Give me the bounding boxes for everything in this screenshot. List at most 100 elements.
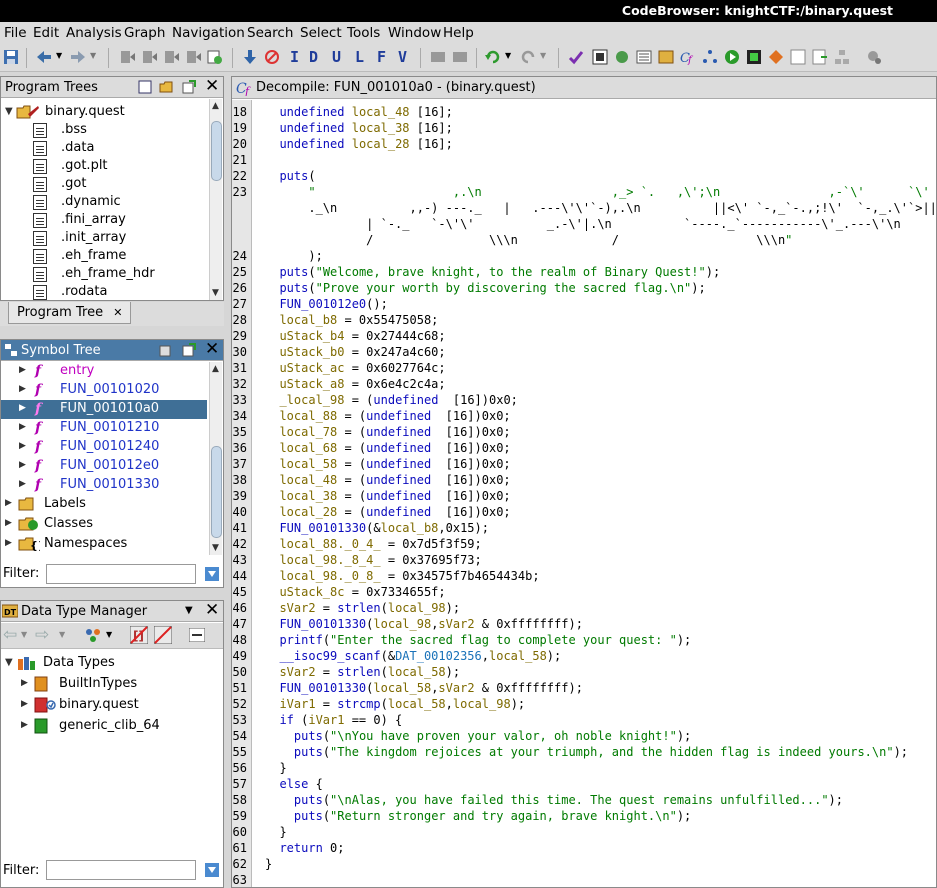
symbol-function-row[interactable]: ▶ f FUN_00101240 <box>1 438 207 457</box>
collapse-all-icon[interactable] <box>189 628 205 642</box>
filter-options-icon[interactable] <box>204 566 220 582</box>
code-line[interactable]: 37 local_58 = (undefined [16])0x0; <box>232 456 936 472</box>
data-letter-icon[interactable]: D <box>309 48 318 66</box>
code-line[interactable]: 55 puts("The kingdom rejoices at your tr… <box>232 744 936 760</box>
expand-icon[interactable]: ▶ <box>19 365 26 375</box>
undefined-letter-icon[interactable]: U <box>332 48 341 66</box>
forward-dropdown-icon[interactable]: ▼ <box>90 51 96 60</box>
code-line[interactable]: 51 FUN_00101330(local_58,sVar2 & 0xfffff… <box>232 680 936 696</box>
checkmark-icon[interactable] <box>568 49 584 65</box>
list-item[interactable]: .bss <box>1 121 206 140</box>
expand-icon[interactable]: ▶ <box>5 518 12 528</box>
back-dropdown-icon[interactable]: ▼ <box>56 51 62 60</box>
list-item[interactable]: .init_array <box>1 229 206 248</box>
code-line[interactable]: ._\n ,,-) ---._ | .---\'\'`-),.\n ||<\' … <box>232 200 936 216</box>
nav-undefined-icon[interactable] <box>164 49 180 65</box>
code-line[interactable]: 23 " ,.\n ,_> `. ,\';\n ,-`\' `\' `\' <box>232 184 936 200</box>
code-line[interactable]: 20 undefined local_28 [16]; <box>232 136 936 152</box>
list-item[interactable]: .eh_frame_hdr <box>1 265 206 284</box>
back-arrow-icon[interactable]: ⇦ <box>3 625 17 645</box>
code-line[interactable]: 25 puts("Welcome, brave knight, to the r… <box>232 264 936 280</box>
forward-arrow-icon[interactable] <box>70 49 86 65</box>
list-item[interactable]: .got.plt <box>1 157 206 176</box>
menu-window[interactable]: Window <box>388 25 441 41</box>
menu-analysis[interactable]: Analysis <box>66 25 122 41</box>
expand-icon[interactable]: ▶ <box>19 479 26 489</box>
undo-dropdown-icon[interactable]: ▼ <box>505 51 511 60</box>
expand-icon[interactable]: ▶ <box>19 460 26 470</box>
split-icon[interactable] <box>430 49 446 65</box>
expand-icon[interactable]: ▶ <box>21 678 28 688</box>
bytes-icon[interactable] <box>592 49 608 65</box>
function-graph-icon[interactable]: Cf <box>680 49 696 65</box>
redo-icon[interactable] <box>520 49 536 65</box>
decompiled-code[interactable]: 18 undefined local_48 [16]; 19 undefined … <box>232 100 936 887</box>
nav-label-icon[interactable] <box>186 49 202 65</box>
open-folder-icon[interactable] <box>159 80 173 94</box>
code-line[interactable]: 38 local_48 = (undefined [16])0x0; <box>232 472 936 488</box>
code-line[interactable]: 58 puts("\nAlas, you have failed this ti… <box>232 792 936 808</box>
menu-tools[interactable]: Tools <box>347 25 380 41</box>
redo-dropdown-icon[interactable]: ▼ <box>540 51 546 60</box>
list-item[interactable]: .dynamic <box>1 193 206 212</box>
label-letter-icon[interactable]: L <box>355 48 364 66</box>
collapse-icon[interactable]: ▼ <box>5 106 13 117</box>
data-types-icon[interactable] <box>658 49 674 65</box>
code-line[interactable]: 62} <box>232 856 936 872</box>
disassemble-letter-icon[interactable]: I <box>290 48 299 66</box>
panel-menu-icon[interactable]: ▼ <box>185 605 193 616</box>
menu-help[interactable]: Help <box>443 25 474 41</box>
list-item[interactable]: .got <box>1 175 206 194</box>
refresh-icon[interactable] <box>614 49 630 65</box>
symbol-group-labels[interactable]: ▶ Labels <box>1 495 207 514</box>
data-type-archive-row[interactable]: ▶ generic_clib_64 <box>1 717 221 736</box>
nav-prev-instruction-icon[interactable] <box>120 49 136 65</box>
archive-icon[interactable] <box>85 628 101 642</box>
code-line[interactable]: 35 local_78 = (undefined [16])0x0; <box>232 424 936 440</box>
code-line[interactable]: 49 __isoc99_scanf(&DAT_00102356,local_58… <box>232 648 936 664</box>
filter-options-icon[interactable] <box>204 862 220 878</box>
variable-letter-icon[interactable]: V <box>398 48 407 66</box>
code-line[interactable]: 56 } <box>232 760 936 776</box>
code-line[interactable]: 34 local_88 = (undefined [16])0x0; <box>232 408 936 424</box>
clear-code-icon[interactable] <box>264 49 280 65</box>
code-line[interactable]: | `-._ `-\'\' _.-\'|.\n `----._`--------… <box>232 216 936 232</box>
data-type-archive-row[interactable]: ▶ BuiltInTypes <box>1 675 221 694</box>
nav-next-data-icon[interactable] <box>142 49 158 65</box>
code-line[interactable]: 26 puts("Prove your worth by discovering… <box>232 280 936 296</box>
scroll-thumb[interactable] <box>211 446 222 538</box>
code-line[interactable]: 50 sVar2 = strlen(local_58); <box>232 664 936 680</box>
code-line[interactable]: 59 puts("Return stronger and try again, … <box>232 808 936 824</box>
code-line[interactable]: 30 uStack_b0 = 0x247a4c60; <box>232 344 936 360</box>
code-line[interactable]: 29 uStack_b4 = 0x27444c68; <box>232 328 936 344</box>
expand-icon[interactable]: ▶ <box>19 422 26 432</box>
refresh-symbols-icon[interactable] <box>182 343 196 357</box>
program-trees-scrollbar[interactable]: ▲ ▼ <box>209 99 222 300</box>
code-line[interactable]: 39 local_38 = (undefined [16])0x0; <box>232 488 936 504</box>
download-arrow-icon[interactable] <box>242 49 258 65</box>
menu-file[interactable]: File <box>4 25 27 41</box>
scroll-thumb[interactable] <box>211 121 222 181</box>
code-line[interactable]: 61 return 0; <box>232 840 936 856</box>
code-line[interactable]: 52 iVar1 = strcmp(local_58,local_98); <box>232 696 936 712</box>
collapse-icon[interactable]: ▼ <box>5 657 13 668</box>
symbol-function-row[interactable]: ▶ f FUN_00101020 <box>1 381 207 400</box>
expand-icon[interactable]: ▶ <box>19 403 26 413</box>
symbol-tree-scrollbar[interactable]: ▲ ▼ <box>209 362 222 555</box>
archive-dropdown-icon[interactable]: ▼ <box>106 630 112 639</box>
filter-arrays-icon[interactable]: [] <box>130 626 148 644</box>
code-line[interactable]: 19 undefined local_38 [16]; <box>232 120 936 136</box>
function-letter-icon[interactable]: F <box>377 48 386 66</box>
code-line[interactable]: 41 FUN_00101330(&local_b8,0x15); <box>232 520 936 536</box>
code-line[interactable]: / \\\n / \\\n" <box>232 232 936 248</box>
tab-close-icon[interactable]: ✕ <box>113 306 122 319</box>
data-type-archive-row[interactable]: ▶ binary.quest <box>1 696 221 715</box>
code-line[interactable]: 57 else { <box>232 776 936 792</box>
list-item[interactable]: .data <box>1 139 206 158</box>
code-line[interactable]: 63 <box>232 872 936 887</box>
list-item[interactable]: .eh_frame <box>1 247 206 266</box>
save-icon[interactable] <box>3 49 19 65</box>
data-type-filter-input[interactable] <box>46 860 196 880</box>
symbol-function-row[interactable]: ▶ f FUN_001012e0 <box>1 457 207 476</box>
code-line[interactable]: 33 _local_98 = (undefined [16])0x0; <box>232 392 936 408</box>
